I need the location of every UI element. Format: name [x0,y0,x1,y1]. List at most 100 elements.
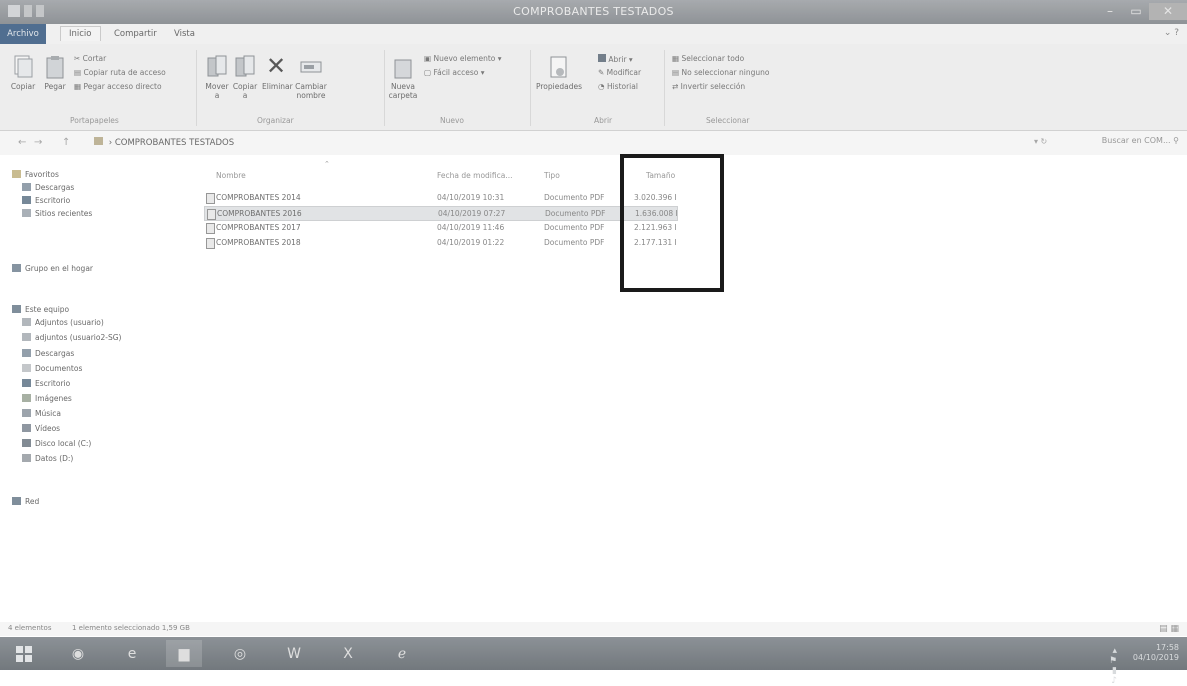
new-item-button[interactable]: ▣ Nuevo elemento ▾ [424,54,502,63]
pictures-icon [22,394,31,402]
copy-to-icon [235,55,255,77]
rename-button[interactable]: Cambiar nombre [294,54,328,100]
breadcrumb[interactable]: COMPROBANTES TESTADOS [115,138,234,148]
desktop-icon [22,196,31,204]
tab-vista[interactable]: Vista [166,27,203,41]
copy-button[interactable]: Copiar [8,54,38,91]
open-icon [598,54,606,62]
clock-date: 04/10/2019 [1132,653,1179,662]
column-header-date[interactable]: Fecha de modifica... [437,171,512,180]
documents-icon [22,364,31,372]
new-folder-icon [394,59,412,79]
chrome-icon[interactable]: ◉ [60,640,96,667]
nav-item-adjuntos[interactable]: Adjuntos (usuario) [22,318,104,330]
table-row-selected[interactable]: COMPROBANTES 2016 04/10/2019 07:27 Docum… [204,206,678,221]
move-to-button[interactable]: Mover a [204,54,230,100]
word-icon[interactable]: W [276,640,312,667]
nav-item-escritorio-2[interactable]: Escritorio [22,379,70,391]
window-title: COMPROBANTES TESTADOS [513,5,674,18]
select-all-button[interactable]: ▦ Seleccionar todo [672,54,744,63]
network-icon [12,497,21,505]
group-label-portapapeles: Portapapeles [70,116,119,125]
search-icon: ⚲ [1173,136,1179,145]
title-bar: COMPROBANTES TESTADOS – ▭ ✕ [0,0,1187,24]
copy-to-button[interactable]: Copiar a [232,54,258,100]
minimize-button[interactable]: – [1097,3,1123,20]
nav-red[interactable]: Red [12,497,39,509]
downloads-icon [22,183,31,191]
rename-icon [300,61,322,73]
edit-button[interactable]: ✎ Modificar [598,68,641,77]
paste-shortcut-button[interactable]: ▦ Pegar acceso directo [74,82,162,91]
nav-item-sitios-recientes[interactable]: Sitios recientes [22,209,92,221]
desktop-icon [22,379,31,387]
drive-icon [22,439,31,447]
group-label-nuevo: Nuevo [440,116,465,125]
clock-time: 17:58 [1155,643,1179,652]
invert-icon: ⇄ [672,82,681,91]
help-icon[interactable]: ⌄ ? [1164,28,1179,38]
new-folder-button[interactable]: Nueva carpeta [388,54,418,100]
group-separator [530,50,531,126]
paste-button[interactable]: Pegar [40,54,70,91]
invert-selection-button[interactable]: ⇄ Invertir selección [672,82,745,91]
app-icon[interactable]: ◎ [222,640,258,667]
nav-item-datos[interactable]: Datos (D:) [22,454,73,466]
nav-item-adjuntos-2[interactable]: adjuntos (usuario2-SG) [22,333,121,345]
table-row[interactable]: COMPROBANTES 2014 04/10/2019 10:31 Docum… [204,191,676,204]
select-none-button[interactable]: ▤ No seleccionar ninguno [672,68,769,77]
history-button[interactable]: ◔ Historial [598,82,638,91]
properties-button[interactable]: Propiedades [534,54,584,91]
table-row[interactable]: COMPROBANTES 2017 04/10/2019 11:46 Docum… [204,221,676,234]
tab-compartir[interactable]: Compartir [106,27,165,41]
close-button[interactable]: ✕ [1149,3,1187,20]
search-input[interactable]: Buscar en COM... ⚲ [1059,136,1179,150]
view-toggle-icon[interactable]: ▤ ▦ [1159,624,1179,634]
excel-icon[interactable]: X [330,640,366,667]
system-tray[interactable]: ▴ ⚑ ▮ ♪ 17:58 04/10/2019 [1109,643,1179,686]
taskbar: ◉ e ▆ ◎ W X ℯ ▴ ⚑ ▮ ♪ 17:58 04/10/2019 [0,637,1187,686]
address-bar[interactable]: › COMPROBANTES TESTADOS [94,137,234,148]
highlight-box [620,154,724,292]
file-explorer-icon[interactable]: ▆ [166,640,202,667]
back-arrow-icon[interactable]: ← [18,137,26,148]
status-item-count: 4 elementos [8,624,52,632]
nav-item-imagenes[interactable]: Imágenes [22,394,72,406]
tab-archivo[interactable]: Archivo [0,24,46,44]
table-row[interactable]: COMPROBANTES 2018 04/10/2019 01:22 Docum… [204,236,676,249]
delete-button[interactable]: ✕ Eliminar [262,52,293,91]
clipboard-icon [46,56,64,79]
pdf-reader-icon[interactable]: ℯ [384,640,420,667]
maximize-button[interactable]: ▭ [1123,3,1149,20]
easy-access-button[interactable]: ▢ Fácil acceso ▾ [424,68,485,77]
start-button[interactable] [6,640,42,667]
network-drive-icon [22,333,31,341]
open-button[interactable]: Abrir ▾ [598,54,633,64]
cut-button[interactable]: ✂ Cortar [74,54,106,63]
status-selection: 1 elemento seleccionado 1,59 GB [72,624,190,632]
nav-item-musica[interactable]: Música [22,409,61,421]
nav-item-descargas[interactable]: Descargas [22,183,74,195]
copy-path-button[interactable]: ▤ Copiar ruta de acceso [74,68,166,77]
forward-arrow-icon[interactable]: → [34,137,42,148]
nav-item-escritorio[interactable]: Escritorio [22,196,70,208]
refresh-icon[interactable]: ▾ ↻ [1034,137,1047,146]
group-separator [384,50,385,126]
nav-item-documentos[interactable]: Documentos [22,364,82,376]
nav-favoritos[interactable]: Favoritos [12,170,59,182]
nav-este-equipo[interactable]: Este equipo [12,305,69,317]
recent-icon [22,209,31,217]
internet-explorer-icon[interactable]: e [114,640,150,667]
navigation-pane: Favoritos Descargas Escritorio Sitios re… [0,160,200,615]
tab-inicio[interactable]: Inicio [60,26,101,41]
column-header-type[interactable]: Tipo [544,171,560,180]
properties-icon [550,56,567,78]
nav-item-disco-local[interactable]: Disco local (C:) [22,439,91,451]
ribbon: Copiar Pegar ✂ Cortar ▤ Copiar ruta de a… [0,44,1187,131]
nav-item-videos[interactable]: Vídeos [22,424,60,436]
nav-item-descargas-2[interactable]: Descargas [22,349,74,361]
up-arrow-icon[interactable]: ↑ [62,137,70,148]
nav-grupo-hogar[interactable]: Grupo en el hogar [12,264,93,276]
column-header-name[interactable]: Nombre [216,171,246,180]
drive-icon [22,454,31,462]
